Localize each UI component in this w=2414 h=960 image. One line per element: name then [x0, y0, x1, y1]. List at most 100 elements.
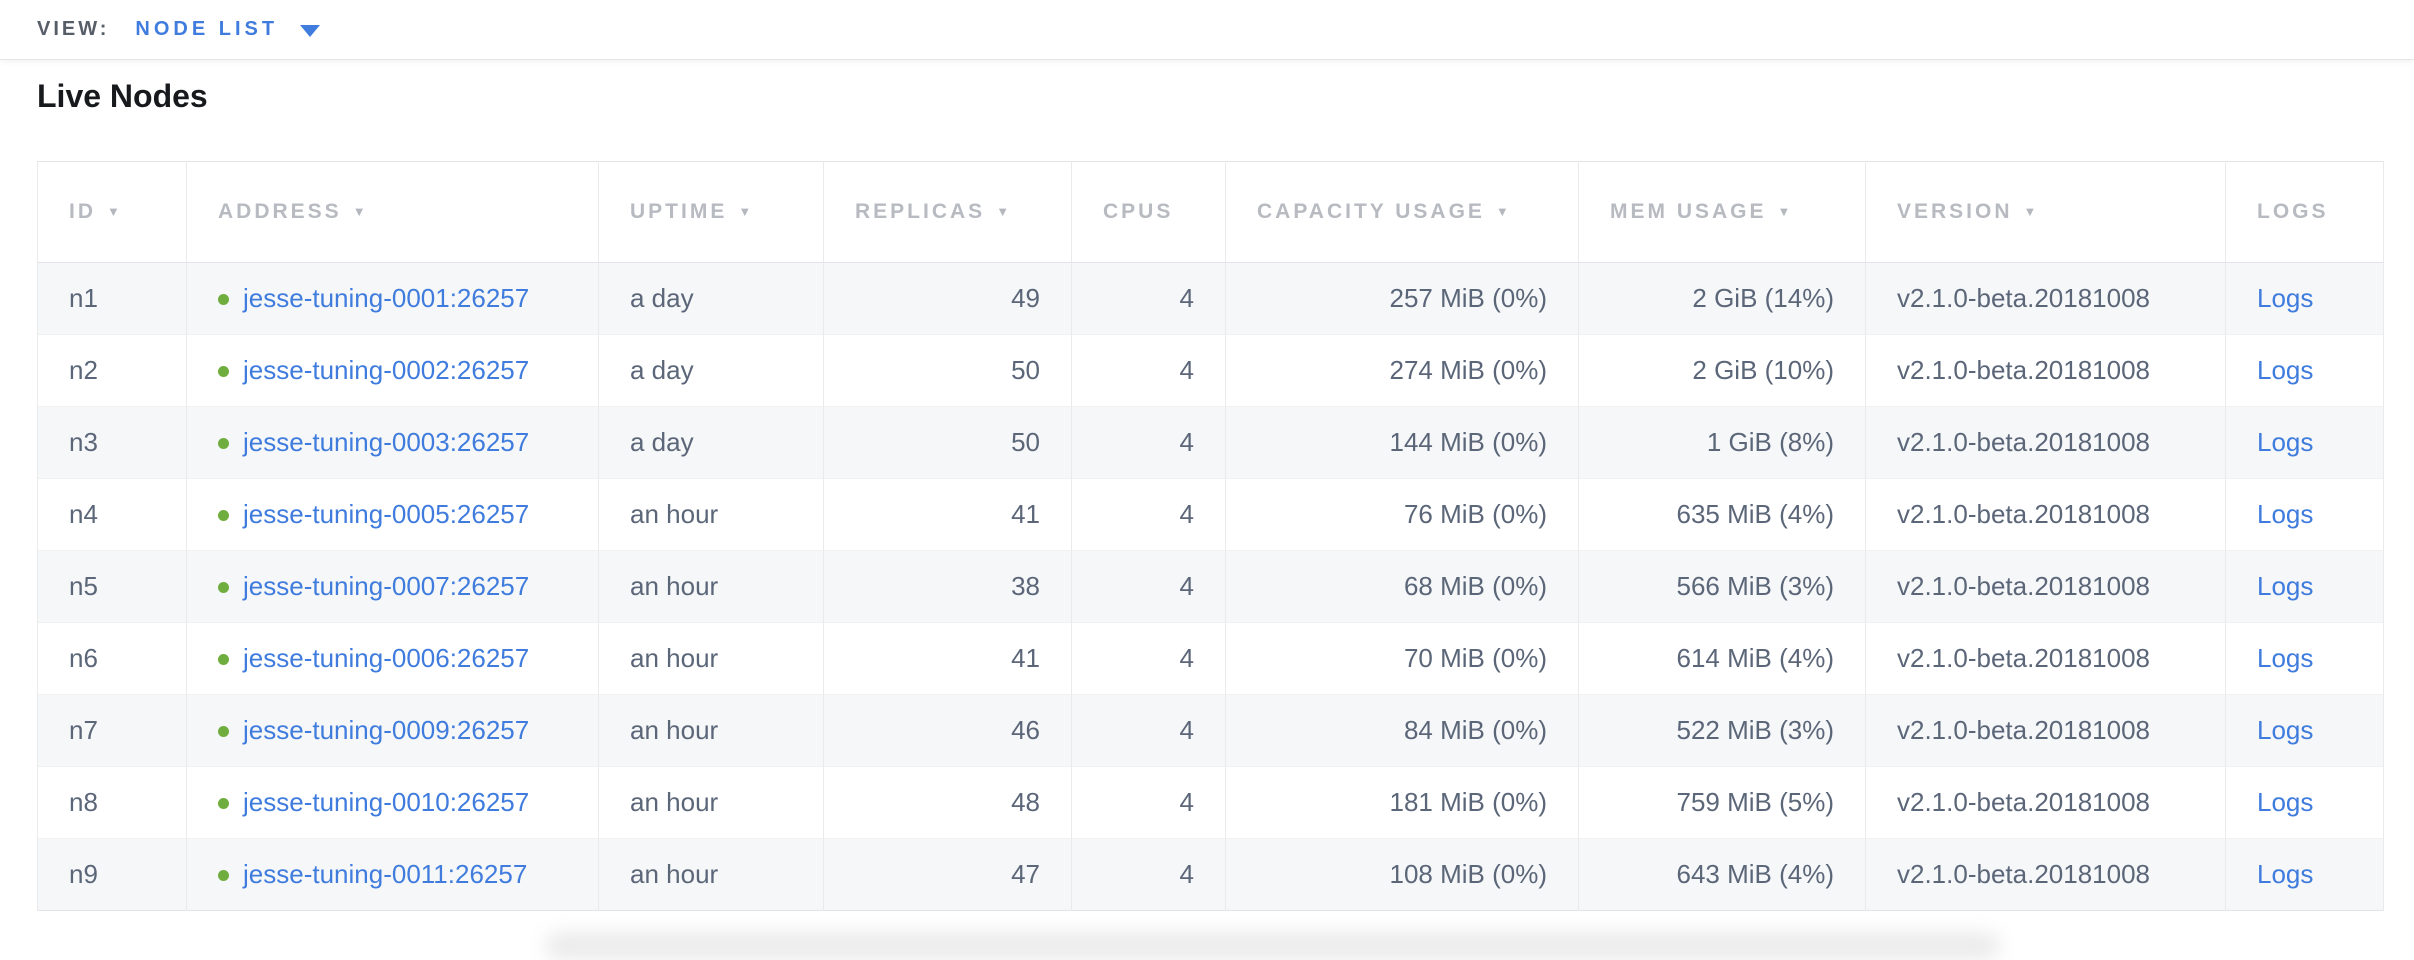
- cell-replicas: 41: [824, 479, 1072, 551]
- live-status-dot: [218, 798, 229, 809]
- cell-mem: 566 MiB (3%): [1579, 551, 1866, 623]
- cell-capacity: 257 MiB (0%): [1226, 263, 1579, 335]
- cell-uptime: an hour: [599, 479, 824, 551]
- cell-mem: 759 MiB (5%): [1579, 767, 1866, 839]
- table-row: n3jesse-tuning-0003:26257a day504144 MiB…: [38, 407, 2384, 479]
- node-address-link[interactable]: jesse-tuning-0006:26257: [243, 643, 529, 673]
- view-dropdown[interactable]: NODE LIST: [135, 18, 320, 41]
- cell-id: n8: [38, 767, 187, 839]
- table-row: n1jesse-tuning-0001:26257a day494257 MiB…: [38, 263, 2384, 335]
- cell-version: v2.1.0-beta.20181008: [1866, 767, 2226, 839]
- column-header-label: UPTIME: [630, 200, 727, 223]
- node-logs-link[interactable]: Logs: [2257, 859, 2313, 889]
- live-status-dot: [218, 294, 229, 305]
- cell-logs: Logs: [2226, 767, 2384, 839]
- cell-id: n3: [38, 407, 187, 479]
- node-address-link[interactable]: jesse-tuning-0003:26257: [243, 427, 529, 457]
- cell-address: jesse-tuning-0001:26257: [187, 263, 599, 335]
- cell-version: v2.1.0-beta.20181008: [1866, 479, 2226, 551]
- node-logs-link[interactable]: Logs: [2257, 427, 2313, 457]
- sort-desc-icon: ▼: [996, 204, 1012, 219]
- column-header-replicas[interactable]: REPLICAS ▼: [824, 162, 1072, 263]
- live-status-dot: [218, 582, 229, 593]
- column-header-mem[interactable]: MEM USAGE▼: [1579, 162, 1866, 263]
- cell-cpus: 4: [1072, 263, 1226, 335]
- node-address-link[interactable]: jesse-tuning-0009:26257: [243, 715, 529, 745]
- cell-address: jesse-tuning-0005:26257: [187, 479, 599, 551]
- cell-version: v2.1.0-beta.20181008: [1866, 335, 2226, 407]
- node-address-link[interactable]: jesse-tuning-0001:26257: [243, 283, 529, 313]
- column-header-label: CPUS: [1103, 200, 1173, 223]
- node-logs-link[interactable]: Logs: [2257, 283, 2313, 313]
- sort-desc-icon: ▼: [107, 204, 123, 219]
- column-header-address[interactable]: ADDRESS▼: [187, 162, 599, 263]
- view-selector-bar: VIEW: NODE LIST: [0, 0, 2414, 60]
- node-logs-link[interactable]: Logs: [2257, 787, 2313, 817]
- live-nodes-table: ID▼ADDRESS▼UPTIME▼REPLICAS▼CPUSCAPACITY …: [37, 161, 2384, 911]
- cell-mem: 522 MiB (3%): [1579, 695, 1866, 767]
- cell-capacity: 181 MiB (0%): [1226, 767, 1579, 839]
- cell-mem: 643 MiB (4%): [1579, 839, 1866, 911]
- cell-mem: 2 GiB (14%): [1579, 263, 1866, 335]
- cell-replicas: 48: [824, 767, 1072, 839]
- node-address-link[interactable]: jesse-tuning-0010:26257: [243, 787, 529, 817]
- cell-capacity: 70 MiB (0%): [1226, 623, 1579, 695]
- table-row: n8jesse-tuning-0010:26257an hour484181 M…: [38, 767, 2384, 839]
- cell-capacity: 76 MiB (0%): [1226, 479, 1579, 551]
- cell-cpus: 4: [1072, 407, 1226, 479]
- cell-capacity: 144 MiB (0%): [1226, 407, 1579, 479]
- table-row: n9jesse-tuning-0011:26257an hour474108 M…: [38, 839, 2384, 911]
- column-header-version[interactable]: VERSION▼: [1866, 162, 2226, 263]
- cell-version: v2.1.0-beta.20181008: [1866, 551, 2226, 623]
- cell-address: jesse-tuning-0006:26257: [187, 623, 599, 695]
- node-logs-link[interactable]: Logs: [2257, 499, 2313, 529]
- node-logs-link[interactable]: Logs: [2257, 643, 2313, 673]
- cell-logs: Logs: [2226, 839, 2384, 911]
- cell-logs: Logs: [2226, 479, 2384, 551]
- node-address-link[interactable]: jesse-tuning-0002:26257: [243, 355, 529, 385]
- node-logs-link[interactable]: Logs: [2257, 571, 2313, 601]
- node-logs-link[interactable]: Logs: [2257, 355, 2313, 385]
- column-header-label: REPLICAS: [855, 200, 985, 223]
- sort-desc-icon: ▼: [738, 204, 754, 219]
- column-header-label: VERSION: [1897, 200, 2013, 223]
- cell-uptime: an hour: [599, 695, 824, 767]
- cell-logs: Logs: [2226, 695, 2384, 767]
- live-status-dot: [218, 510, 229, 521]
- cell-replicas: 46: [824, 695, 1072, 767]
- node-address-link[interactable]: jesse-tuning-0007:26257: [243, 571, 529, 601]
- column-header-label: MEM USAGE: [1610, 200, 1767, 223]
- view-label: VIEW:: [37, 18, 109, 41]
- live-status-dot: [218, 654, 229, 665]
- column-header-id[interactable]: ID▼: [38, 162, 187, 263]
- column-header-capacity[interactable]: CAPACITY USAGE▼: [1226, 162, 1579, 263]
- cell-replicas: 41: [824, 623, 1072, 695]
- cell-mem: 2 GiB (10%): [1579, 335, 1866, 407]
- cell-mem: 635 MiB (4%): [1579, 479, 1866, 551]
- live-status-dot: [218, 366, 229, 377]
- cell-cpus: 4: [1072, 839, 1226, 911]
- table-row: n5jesse-tuning-0007:26257an hour38468 Mi…: [38, 551, 2384, 623]
- cell-capacity: 84 MiB (0%): [1226, 695, 1579, 767]
- cell-version: v2.1.0-beta.20181008: [1866, 263, 2226, 335]
- below-fold-shadow: [545, 932, 2000, 960]
- column-header-uptime[interactable]: UPTIME ▼: [599, 162, 824, 263]
- cell-replicas: 49: [824, 263, 1072, 335]
- cell-replicas: 50: [824, 335, 1072, 407]
- node-address-link[interactable]: jesse-tuning-0011:26257: [243, 859, 527, 889]
- cell-address: jesse-tuning-0011:26257: [187, 839, 599, 911]
- cell-uptime: an hour: [599, 551, 824, 623]
- cell-mem: 614 MiB (4%): [1579, 623, 1866, 695]
- cell-uptime: a day: [599, 407, 824, 479]
- node-address-link[interactable]: jesse-tuning-0005:26257: [243, 499, 529, 529]
- cell-cpus: 4: [1072, 695, 1226, 767]
- table-row: n2jesse-tuning-0002:26257a day504274 MiB…: [38, 335, 2384, 407]
- node-logs-link[interactable]: Logs: [2257, 715, 2313, 745]
- column-header-cpus: CPUS: [1072, 162, 1226, 263]
- column-header-label: ADDRESS: [218, 200, 342, 223]
- cell-uptime: a day: [599, 335, 824, 407]
- cell-id: n5: [38, 551, 187, 623]
- cell-address: jesse-tuning-0010:26257: [187, 767, 599, 839]
- live-status-dot: [218, 870, 229, 881]
- cell-version: v2.1.0-beta.20181008: [1866, 407, 2226, 479]
